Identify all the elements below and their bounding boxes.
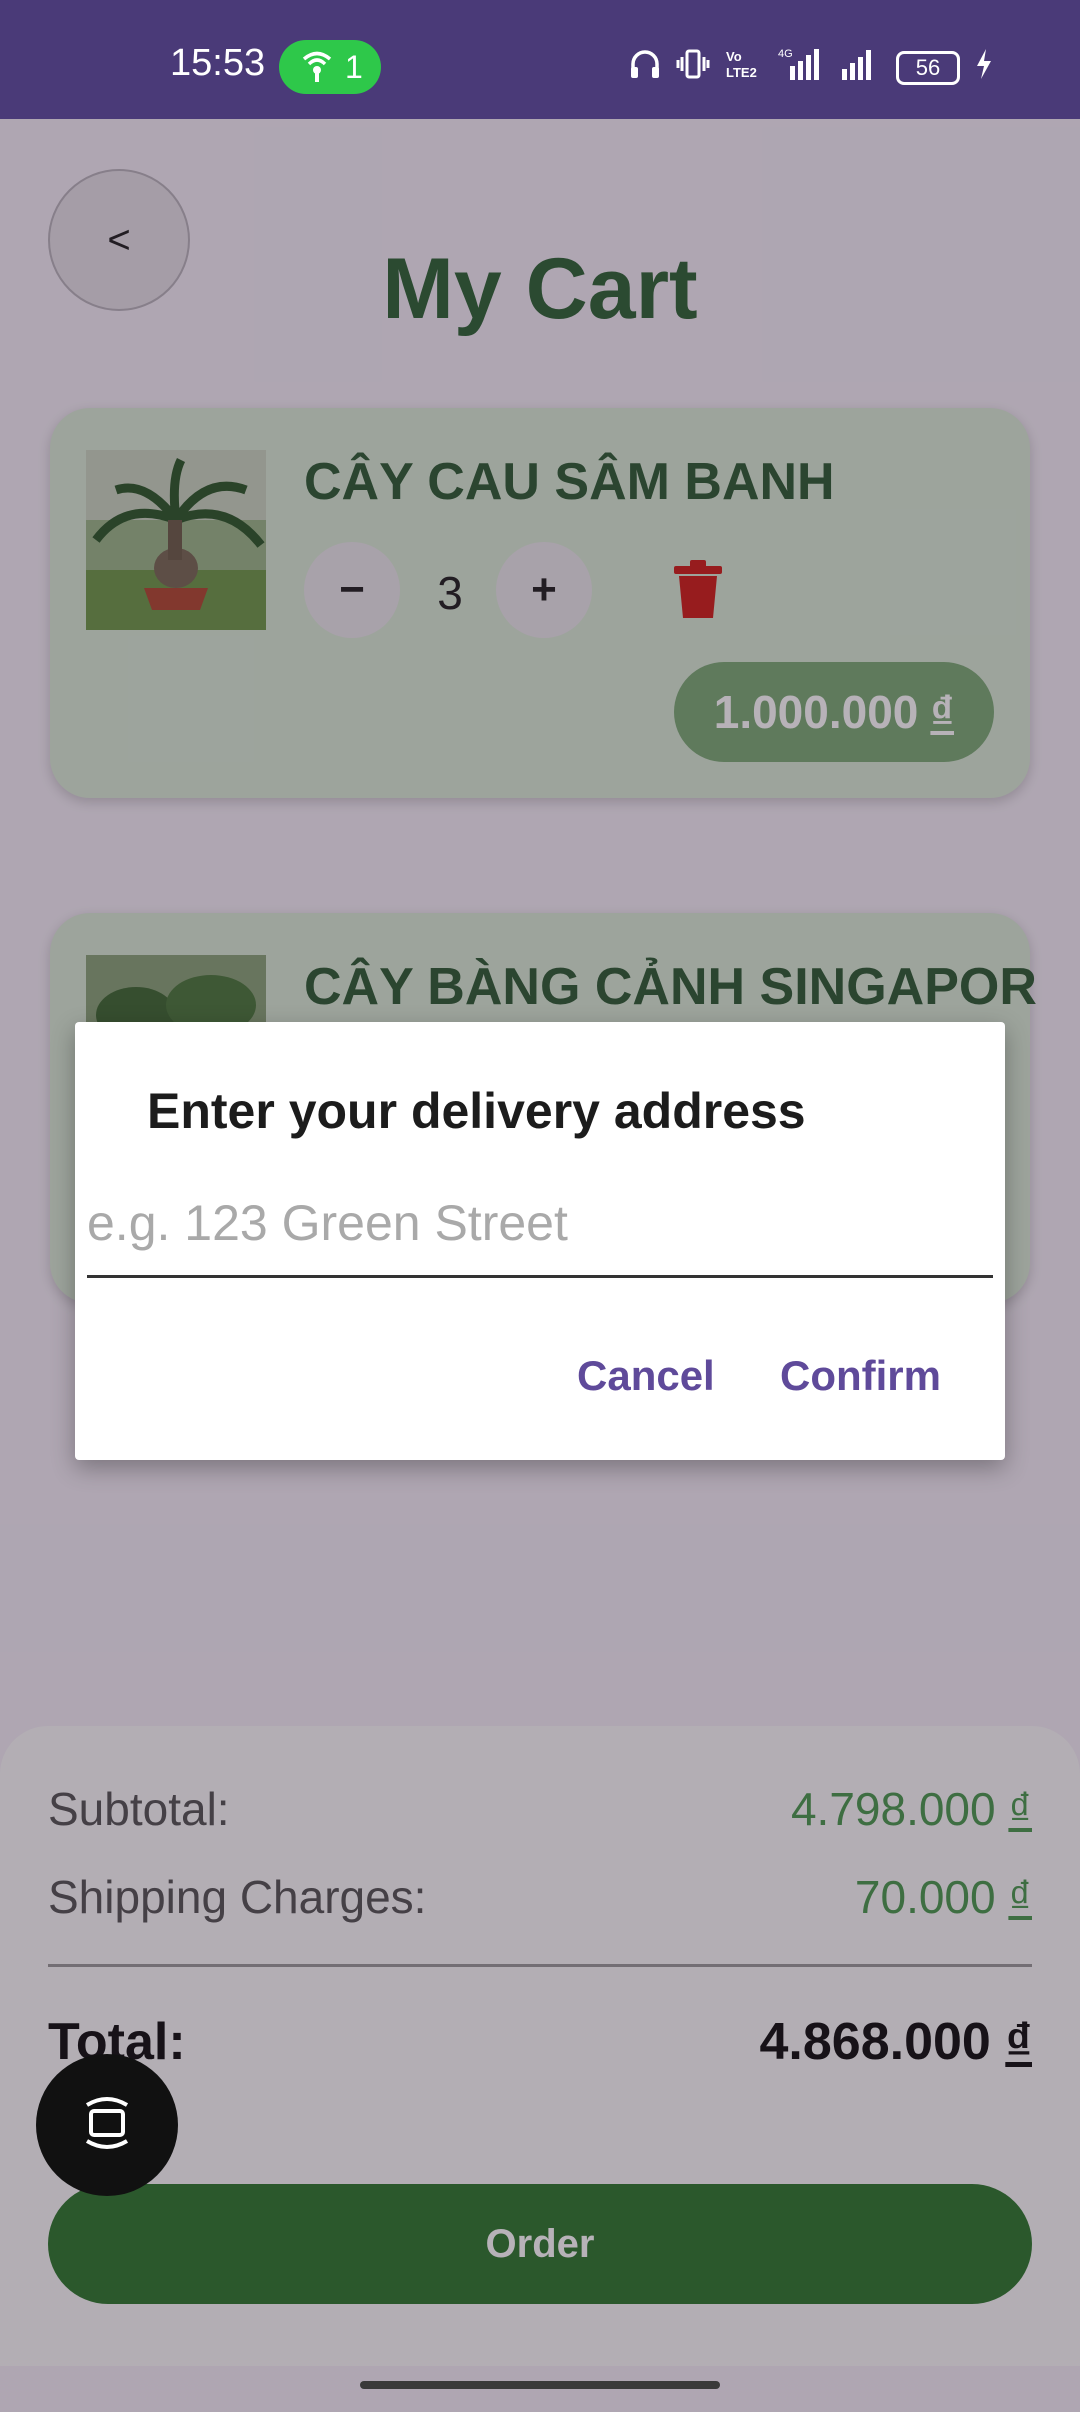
dialog-title: Enter your delivery address [147, 1083, 806, 1139]
status-time: 15:53 [170, 42, 266, 84]
confirm-button[interactable]: Confirm [780, 1352, 941, 1400]
hotspot-indicator[interactable]: 1 [279, 40, 381, 94]
hotspot-count: 1 [345, 49, 363, 85]
svg-text:LTE2: LTE2 [726, 65, 757, 80]
battery-icon: 56 [896, 51, 960, 85]
address-input[interactable] [87, 1170, 993, 1278]
cancel-button[interactable]: Cancel [577, 1352, 715, 1400]
svg-text:4G: 4G [778, 48, 793, 60]
svg-text:Vo: Vo [726, 49, 742, 64]
status-icons: Vo LTE2 4G 56 [628, 48, 994, 88]
charging-icon [974, 47, 994, 89]
home-indicator[interactable] [360, 2381, 720, 2389]
hotspot-icon [299, 50, 335, 92]
headphones-icon [628, 47, 662, 89]
vibrate-icon [676, 47, 710, 89]
volte-icon: Vo LTE2 [724, 47, 762, 89]
status-bar: 15:53 1 Vo LTE2 4G 56 [0, 0, 1080, 119]
delivery-address-dialog: Enter your delivery address Cancel Confi… [75, 1022, 1005, 1460]
screen-toggle-button[interactable] [36, 2054, 178, 2196]
signal-icon [838, 47, 882, 89]
screen-toggle-icon [77, 2093, 137, 2158]
signal-icon: 4G [776, 46, 824, 90]
